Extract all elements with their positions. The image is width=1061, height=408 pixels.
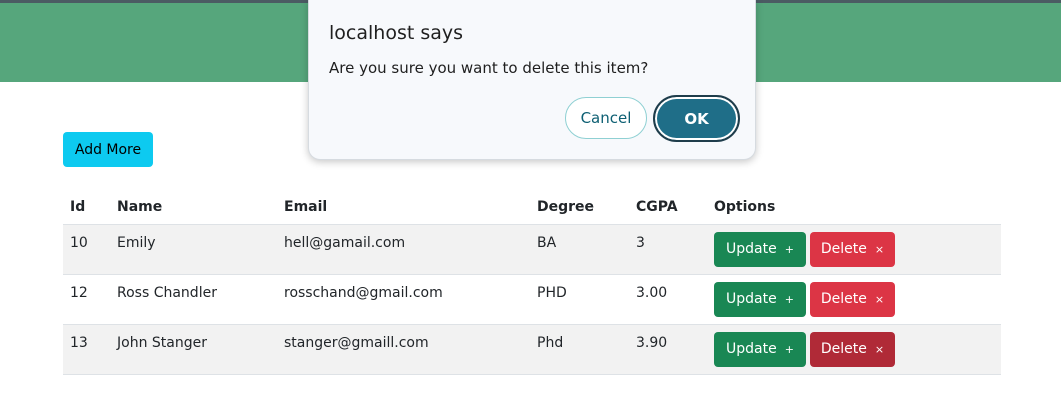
column-header-degree: Degree [530, 190, 629, 225]
update-button[interactable]: Update + [714, 281, 806, 317]
dialog-cancel-button[interactable]: Cancel [565, 97, 647, 139]
update-label: Update [726, 241, 777, 257]
cell-cgpa: 3 [629, 224, 707, 275]
delete-button[interactable]: Delete × [810, 281, 895, 317]
cell-id: 10 [63, 224, 110, 275]
delete-label: Delete [820, 241, 867, 257]
cell-cgpa: 3.00 [629, 274, 707, 325]
cell-degree: PHD [530, 274, 629, 325]
cell-options: Update + Delete × [707, 324, 1001, 375]
cell-degree: BA [530, 224, 629, 275]
plus-icon: + [784, 292, 794, 306]
close-icon: × [874, 242, 885, 256]
students-table: Id Name Email Degree CGPA Options 10 Emi… [63, 190, 1001, 375]
cell-email: stanger@gmaill.com [277, 324, 530, 375]
column-header-options: Options [707, 190, 1001, 225]
update-button[interactable]: Update + [714, 331, 806, 367]
dialog-message: Are you sure you want to delete this ite… [329, 59, 649, 77]
cell-name: Ross Chandler [110, 274, 277, 325]
cell-cgpa: 3.90 [629, 324, 707, 375]
delete-button[interactable]: Delete × [810, 331, 895, 367]
close-icon: × [874, 342, 885, 356]
dialog-title: localhost says [329, 22, 464, 44]
cell-name: Emily [110, 224, 277, 275]
update-button[interactable]: Update + [714, 231, 806, 267]
table-row: 13 John Stanger stanger@gmaill.com Phd 3… [63, 324, 1001, 375]
plus-icon: + [784, 242, 794, 256]
column-header-id: Id [63, 190, 110, 225]
update-label: Update [726, 291, 777, 307]
cell-id: 12 [63, 274, 110, 325]
column-header-email: Email [277, 190, 530, 225]
table-row: 12 Ross Chandler rosschand@gmail.com PHD… [63, 274, 1001, 325]
delete-label: Delete [820, 291, 867, 307]
add-more-button[interactable]: Add More [63, 132, 153, 167]
cell-options: Update + Delete × [707, 224, 1001, 275]
cell-degree: Phd [530, 324, 629, 375]
cell-email: hell@gamail.com [277, 224, 530, 275]
update-label: Update [726, 341, 777, 357]
cell-id: 13 [63, 324, 110, 375]
column-header-cgpa: CGPA [629, 190, 707, 225]
dialog-ok-button[interactable]: OK [653, 95, 740, 142]
confirm-dialog: localhost says Are you sure you want to … [308, 0, 756, 160]
table-row: 10 Emily hell@gamail.com BA 3 Update + D… [63, 224, 1001, 275]
close-icon: × [874, 292, 885, 306]
cell-email: rosschand@gmail.com [277, 274, 530, 325]
cell-options: Update + Delete × [707, 274, 1001, 325]
plus-icon: + [784, 342, 794, 356]
table-header-row: Id Name Email Degree CGPA Options [63, 190, 1001, 225]
delete-button[interactable]: Delete × [810, 231, 895, 267]
column-header-name: Name [110, 190, 277, 225]
cell-name: John Stanger [110, 324, 277, 375]
delete-label: Delete [820, 341, 867, 357]
